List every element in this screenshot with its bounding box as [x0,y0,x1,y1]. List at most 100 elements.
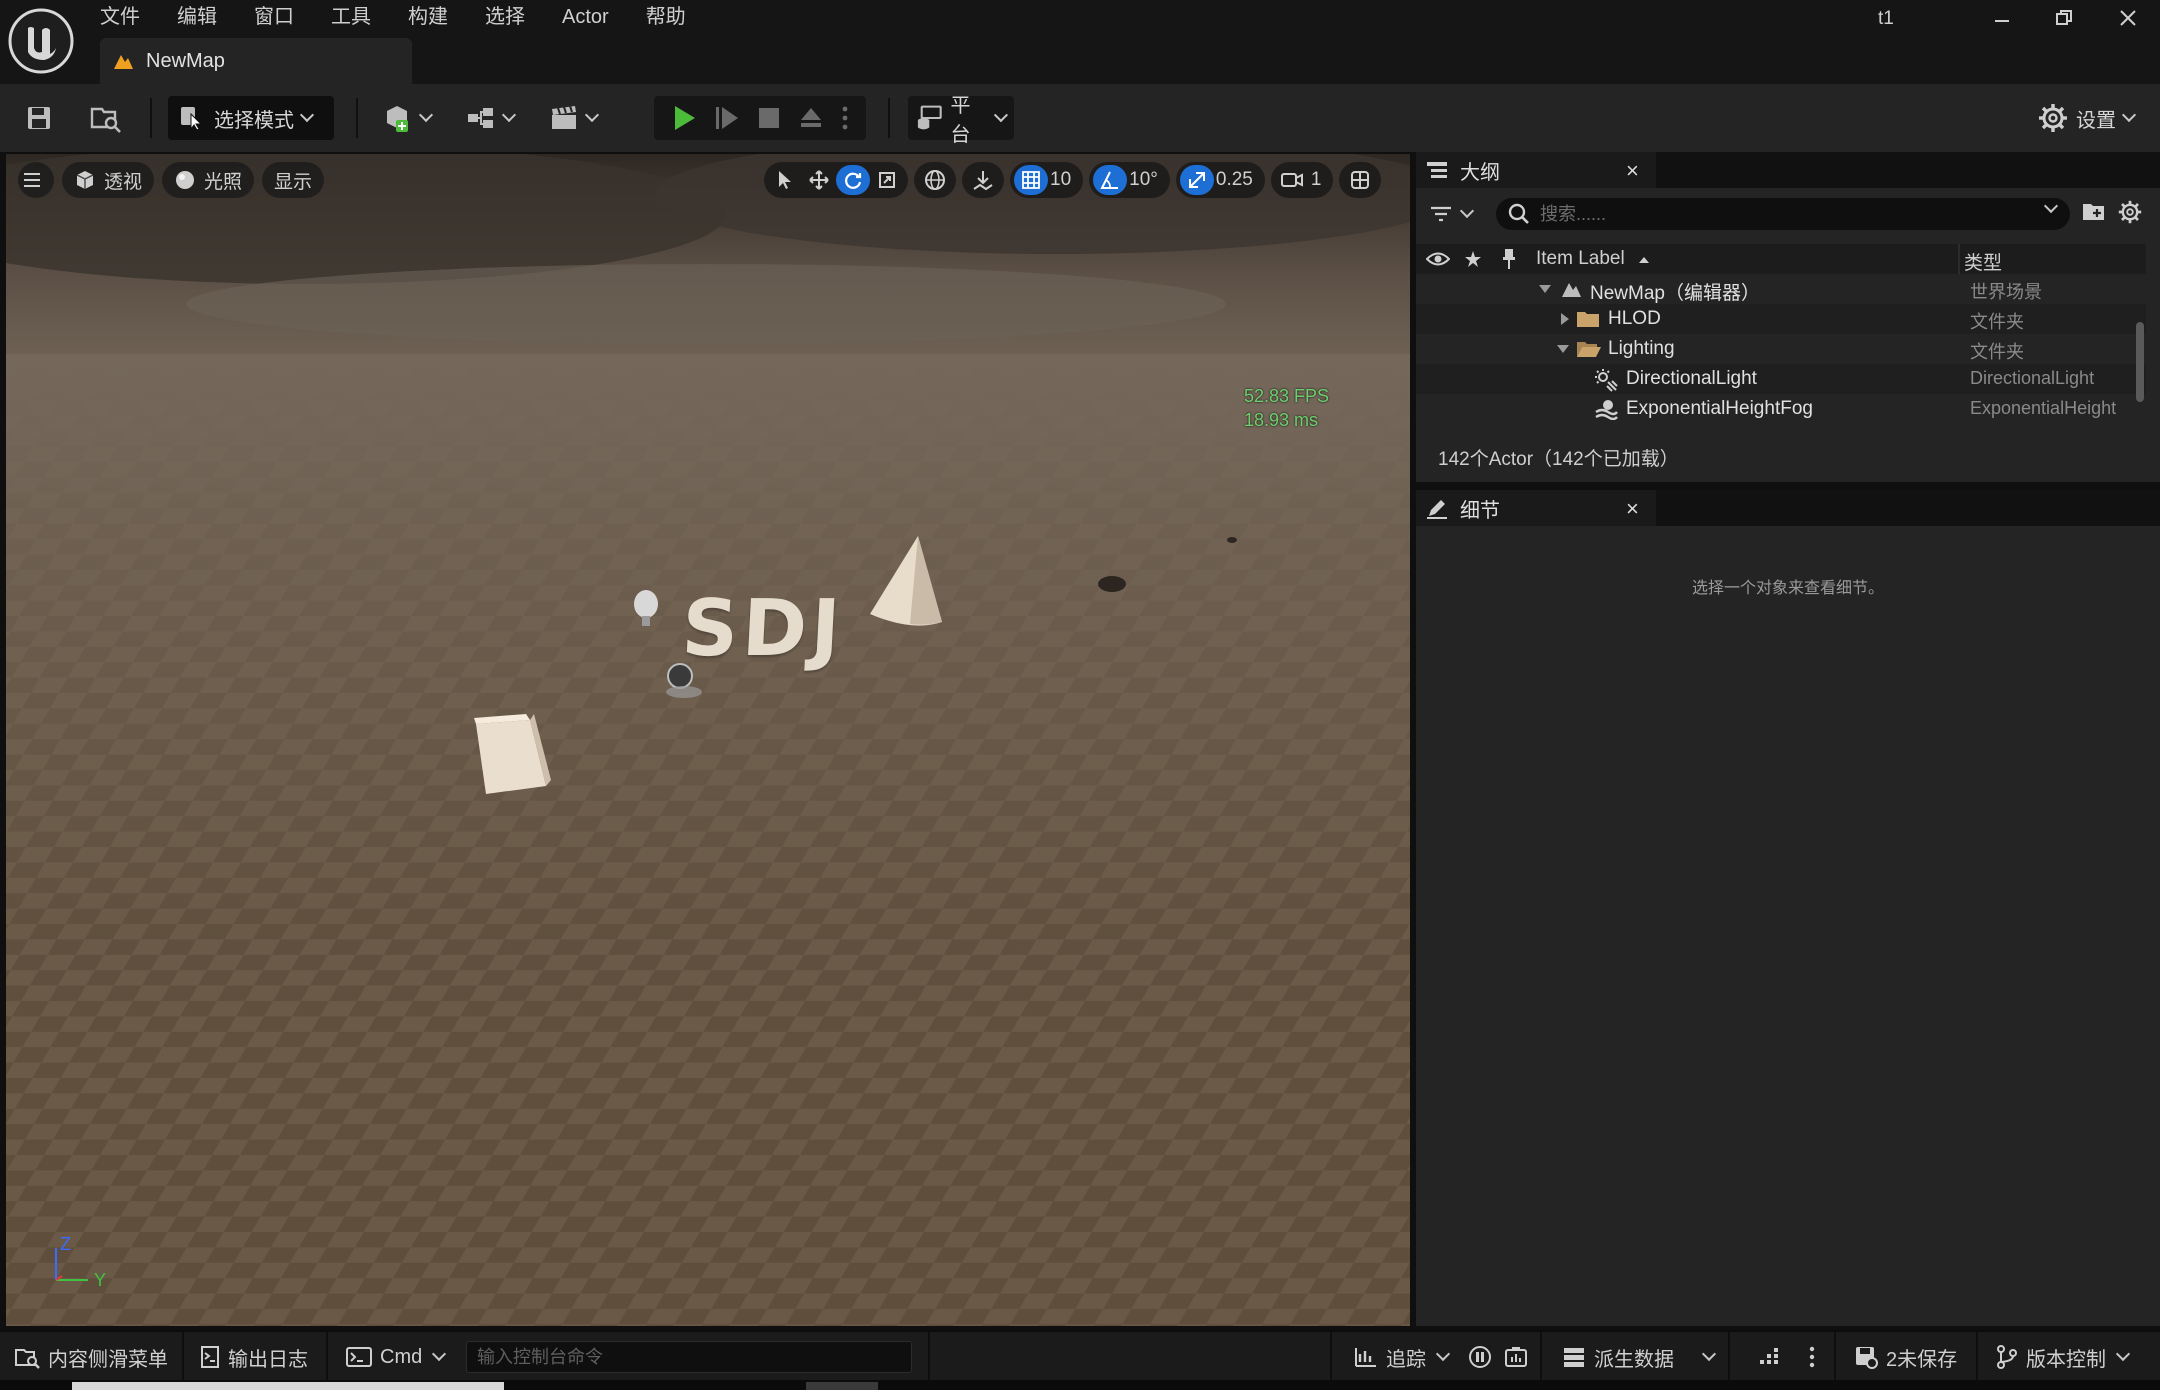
coordinate-space[interactable] [914,162,956,198]
save-button[interactable] [22,96,56,140]
console-command-field[interactable] [466,1341,912,1373]
grid-snap-group[interactable]: 10 [1010,162,1084,198]
statusbar-more-button[interactable] [1808,1332,1824,1382]
text-render-actor[interactable]: SDJ [680,584,847,674]
details-tab[interactable]: 细节 × [1416,490,1656,526]
unsaved-button[interactable]: 2未保存 [1854,1332,1957,1382]
show-dropdown[interactable]: 显示 [262,162,325,198]
menu-build[interactable]: 构建 [408,0,448,34]
outliner-search[interactable] [1496,198,2070,230]
blueprint-button[interactable] [462,96,518,140]
play-icon[interactable] [671,104,697,132]
chevron-right-icon[interactable] [1560,312,1570,326]
trace-dropdown[interactable]: 追踪 [1354,1332,1451,1382]
pin-icon[interactable] [1502,248,1516,270]
restore-button[interactable] [2046,2,2082,34]
menu-select[interactable]: 选择 [485,0,525,34]
derived-data-dropdown[interactable]: 派生数据 [1562,1332,1717,1382]
outliner-row[interactable]: HLOD 文件夹 [1416,304,2146,334]
eject-icon[interactable] [798,105,824,131]
performance-button[interactable] [1758,1332,1788,1382]
outliner-scrollbar[interactable] [2136,322,2144,402]
console-command-input[interactable] [477,1342,897,1372]
scale-tool[interactable] [870,165,904,195]
output-log-button[interactable]: 输出日志 [200,1332,308,1382]
scale-snap-toggle[interactable] [1179,165,1214,195]
outliner-filter-button[interactable] [1430,198,1486,230]
item-label-column[interactable]: Item Label [1536,248,1625,270]
visibility-icon[interactable] [1426,250,1450,268]
grid-snap-value[interactable]: 10 [1048,169,1079,191]
chevron-down-icon[interactable] [1556,344,1570,354]
outliner-tab[interactable]: 大纲 × [1416,152,1656,188]
lighting-dropdown[interactable]: 光照 [162,162,255,198]
outliner-row[interactable]: NewMap（编辑器） 世界场景 [1416,274,2146,304]
lighting-label: 光照 [204,171,243,193]
unreal-logo-icon[interactable] [8,8,74,74]
mode-select-dropdown[interactable]: 选择模式 [168,96,334,140]
menu-tools[interactable]: 工具 [331,0,371,34]
step-icon[interactable] [714,104,740,132]
minimize-button[interactable] [1984,2,2020,34]
source-control-dropdown[interactable]: 版本控制 [1996,1332,2131,1382]
platform-icon [917,105,942,130]
camera-speed-button[interactable] [1275,165,1309,195]
settings-dropdown[interactable]: 设置 [2030,96,2142,140]
rotation-snap-value[interactable]: 10° [1127,169,1166,191]
derived-data-icon [1564,1348,1584,1367]
outliner-close-icon[interactable]: × [1626,158,1639,184]
outliner-search-input[interactable] [1540,203,2020,225]
level-viewport[interactable]: 透视 光照 显示 10 10° 0.25 1 52.83 FPS 18.93 m… [6,154,1410,1326]
chevron-down-icon[interactable] [1538,284,1552,294]
add-actor-button[interactable] [378,96,436,140]
star-icon[interactable] [1464,250,1482,268]
rotation-snap-group[interactable]: 10° [1089,162,1170,198]
content-drawer-button[interactable]: 内容侧滑菜单 [14,1332,168,1382]
menu-file[interactable]: 文件 [100,0,140,34]
stop-icon[interactable] [757,106,781,130]
camera-speed-value[interactable]: 1 [1309,169,1330,191]
menu-window[interactable]: 窗口 [254,0,294,34]
viewport-scene [6,154,1410,1326]
platform-dropdown[interactable]: 平台 [908,95,1014,146]
scale-snap-group[interactable]: 0.25 [1175,162,1265,198]
menu-edit[interactable]: 编辑 [177,0,217,34]
scale-snap-value[interactable]: 0.25 [1214,169,1261,191]
menu-actor[interactable]: Actor [562,0,609,34]
outliner-row[interactable]: ExponentialHeightFog ExponentialHeight [1416,394,2146,424]
viewport-toolbar-right: 10 10° 0.25 1 [764,162,1382,198]
search-icon [1508,203,1529,224]
trace-snapshot-button[interactable] [1504,1332,1536,1382]
camera-speed-group[interactable]: 1 [1270,162,1334,198]
rotate-tool[interactable] [836,165,870,195]
more-options-icon[interactable] [841,105,849,131]
surface-snapping[interactable] [962,162,1004,198]
translate-tool[interactable] [802,165,836,195]
surface-snap-toggle[interactable] [966,165,1000,195]
details-close-icon[interactable]: × [1626,496,1639,522]
outliner-row[interactable]: Lighting 文件夹 [1416,334,2146,364]
more-options-icon [1809,1346,1815,1368]
menu-help[interactable]: 帮助 [646,0,686,34]
map-tab[interactable]: NewMap [100,38,412,84]
add-folder-button[interactable] [2082,200,2106,222]
browse-content-button[interactable] [86,96,126,140]
viewport-options-button[interactable] [18,162,54,198]
cinematics-button[interactable] [544,96,602,140]
main-menu: 文件 编辑 窗口 工具 构建 选择 Actor 帮助 [100,0,723,34]
camera-icon [1280,173,1303,187]
rotation-snap-toggle[interactable] [1093,165,1128,195]
trace-record-button[interactable] [1468,1332,1500,1382]
select-tool[interactable] [768,165,802,195]
grid-snap-toggle[interactable] [1014,165,1048,195]
outliner-settings-button[interactable] [2118,200,2142,224]
world-space-toggle[interactable] [918,165,952,195]
layout-group[interactable] [1339,162,1382,198]
fog-icon [1595,400,1618,420]
outliner-row[interactable]: DirectionalLight DirectionalLight [1416,364,2146,394]
perspective-dropdown[interactable]: 透视 [62,162,155,198]
type-column[interactable]: 类型 [1964,248,2002,275]
viewport-layout-button[interactable] [1343,165,1377,195]
cmd-dropdown[interactable]: Cmd [346,1332,447,1382]
close-window-button[interactable] [2110,2,2146,34]
